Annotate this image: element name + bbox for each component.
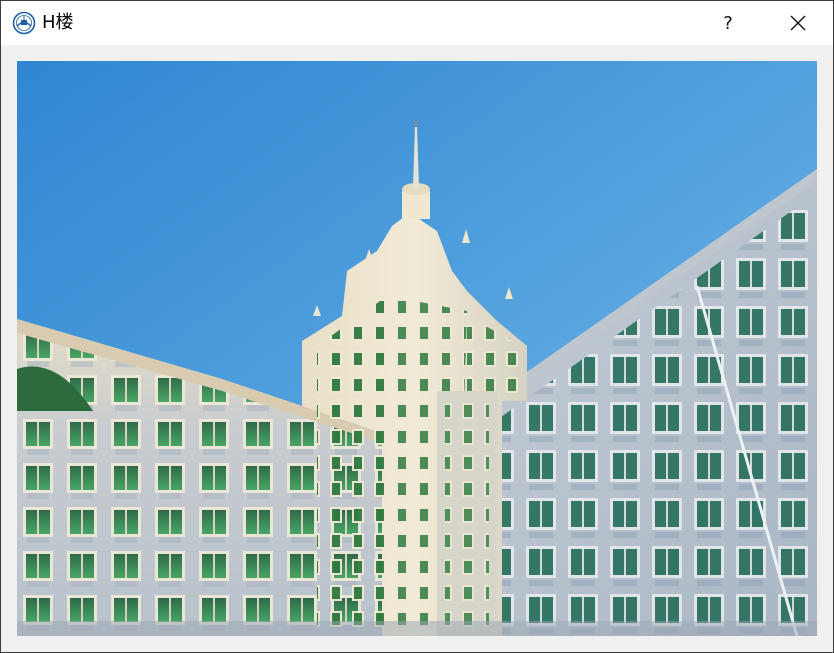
help-button[interactable]: ?: [705, 1, 751, 45]
close-icon: [790, 15, 806, 31]
window-title: H楼: [42, 12, 74, 33]
title-bar: H楼 ?: [1, 1, 833, 45]
building-photo: [17, 61, 817, 636]
help-label: ?: [723, 12, 733, 34]
university-seal-icon: [12, 11, 36, 35]
image-viewer-window: H楼 ?: [0, 0, 834, 653]
close-button[interactable]: [775, 1, 821, 45]
